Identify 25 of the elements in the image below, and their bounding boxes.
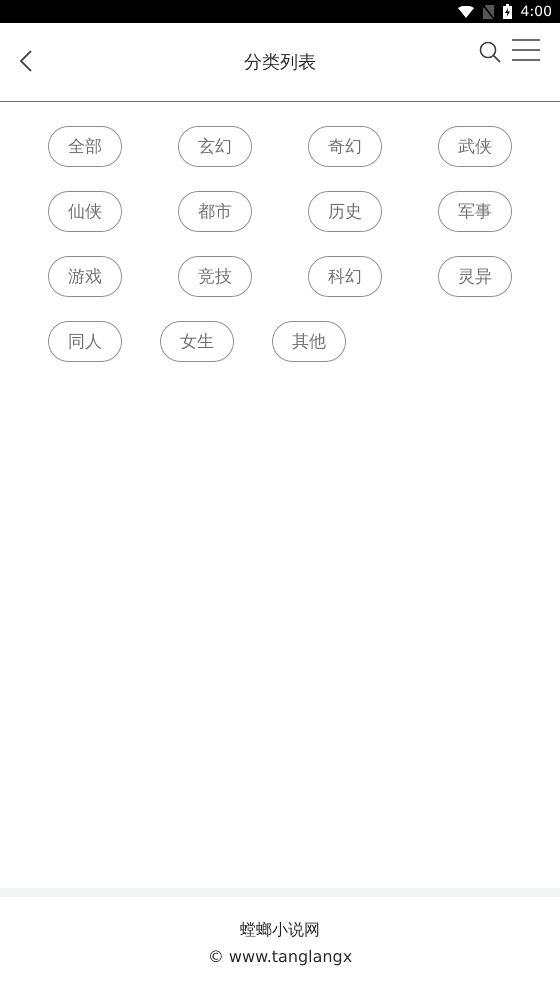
category-tag[interactable]: 历史 [308,191,382,232]
category-tag[interactable]: 奇幻 [308,126,382,167]
category-tag[interactable]: 玄幻 [178,126,252,167]
category-tag[interactable]: 科幻 [308,256,382,297]
clock-time: 4:00 [520,4,552,20]
category-tag[interactable]: 全部 [48,126,122,167]
category-tag[interactable]: 女生 [160,321,234,362]
category-tag[interactable]: 仙侠 [48,191,122,232]
copyright-text: © www.tanglangx [208,947,352,966]
search-icon[interactable] [479,41,501,63]
site-name: 螳螂小说网 [240,920,320,941]
category-tag[interactable]: 竞技 [178,256,252,297]
category-tag[interactable]: 都市 [178,191,252,232]
category-tag[interactable]: 武侠 [438,126,512,167]
category-tag[interactable]: 其他 [272,321,346,362]
category-tag[interactable]: 同人 [48,321,122,362]
category-tag[interactable]: 游戏 [48,256,122,297]
back-icon[interactable] [19,49,33,73]
wifi-icon [458,6,474,18]
category-tag[interactable]: 军事 [438,191,512,232]
no-sim-icon [482,4,494,18]
battery-icon [502,4,512,19]
page-title: 分类列表 [244,51,316,74]
category-tag[interactable]: 灵异 [438,256,512,297]
menu-icon[interactable] [512,39,540,61]
